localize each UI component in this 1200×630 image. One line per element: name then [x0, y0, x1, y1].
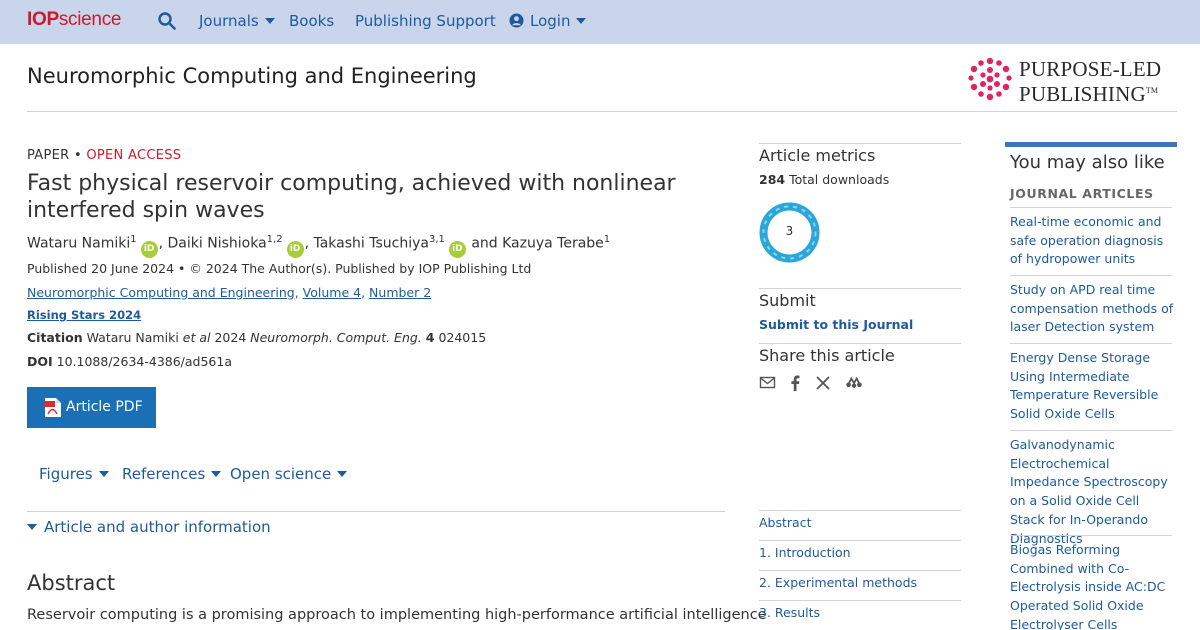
related-article-link[interactable]: Study on APD real time compensation meth… [1010, 281, 1175, 337]
section-divider [27, 511, 725, 512]
related-accent-bar [1005, 142, 1177, 147]
purpose-led-publishing-logo-icon [968, 57, 1012, 101]
abstract-text: Reservoir computing is a promising appro… [27, 607, 767, 623]
sidebar-divider [759, 510, 961, 511]
publication-info: Published 20 June 2024 • © 2024 The Auth… [27, 261, 532, 276]
toc-link-introduction[interactable]: 1. Introduction [759, 545, 851, 560]
open-access-label: OPEN ACCESS [86, 148, 182, 163]
journal-title[interactable]: Neuromorphic Computing and Engineering [27, 64, 477, 88]
related-divider [1010, 430, 1172, 431]
chevron-down-icon [264, 18, 275, 24]
author-name[interactable]: Kazuya Terabe [502, 236, 604, 252]
chevron-down-icon [211, 471, 222, 477]
author-name[interactable]: Daiki Nishioka [168, 236, 267, 252]
mendeley-icon[interactable] [845, 374, 863, 392]
toc-link-abstract[interactable]: Abstract [759, 515, 811, 530]
share-heading: Share this article [759, 346, 895, 365]
nav-login-menu[interactable]: Login [509, 12, 587, 30]
nav-journals-menu[interactable]: Journals [199, 12, 275, 30]
related-article-link[interactable]: Biogas Reforming Combined with Co-Electr… [1010, 541, 1175, 630]
sidebar-divider [759, 600, 961, 601]
x-icon[interactable] [814, 374, 832, 392]
submit-to-journal-link[interactable]: Submit to this Journal [759, 317, 913, 332]
you-may-also-like-heading: You may also like [1010, 152, 1165, 173]
altmetric-badge[interactable]: 3 [759, 202, 820, 263]
total-downloads: 284 Total downloads [759, 172, 890, 187]
doi-value[interactable]: 10.1088/2634-4386/ad561a [57, 354, 232, 369]
tab-open-science[interactable]: Open science [230, 465, 348, 483]
article-title: Fast physical reservoir computing, achie… [27, 171, 676, 223]
sidebar-divider [759, 540, 961, 541]
altmetric-score: 3 [785, 224, 794, 238]
citation-line: Citation Wataru Namiki et al 2024 Neurom… [27, 330, 487, 345]
author-name[interactable]: Wataru Namiki [27, 236, 130, 252]
toc-link-experimental-methods[interactable]: 2. Experimental methods [759, 575, 917, 590]
related-article-link[interactable]: Galvanodynamic Electrochemical Impedance… [1010, 436, 1175, 548]
orcid-icon[interactable]: iD [286, 240, 304, 258]
chevron-down-icon [98, 471, 109, 477]
doi-line: DOI 10.1088/2634-4386/ad561a [27, 354, 233, 369]
related-divider [1010, 207, 1172, 208]
breadcrumb-journal-link[interactable]: Neuromorphic Computing and Engineering [27, 285, 295, 300]
user-icon [509, 13, 524, 28]
purpose-led-publishing-logo[interactable]: PURPOSE-LED PUBLISHINGTM [1019, 58, 1161, 105]
submit-heading: Submit [759, 291, 816, 310]
header-divider [27, 111, 1177, 112]
breadcrumb-number-link[interactable]: Number 2 [369, 285, 431, 300]
chevron-down-icon [27, 524, 37, 530]
breadcrumb: Neuromorphic Computing and Engineering, … [27, 285, 432, 300]
article-type: PAPER [27, 148, 70, 163]
author-name[interactable]: Takashi Tsuchiya [313, 236, 429, 252]
email-icon[interactable] [759, 374, 777, 392]
orcid-icon[interactable]: iD [448, 240, 466, 258]
toc-link-results[interactable]: 3. Results [759, 605, 820, 620]
sidebar-divider [759, 570, 961, 571]
collection-link[interactable]: Rising Stars 2024 [27, 308, 141, 322]
author-list: Wataru Namiki1iD, Daiki Nishioka1,2iD, T… [27, 234, 610, 258]
tab-references[interactable]: References [122, 465, 222, 483]
chevron-down-icon [576, 18, 587, 24]
article-type-line: PAPER • OPEN ACCESS [27, 148, 182, 163]
facebook-icon[interactable] [786, 374, 804, 392]
related-article-link[interactable]: Real-time economic and safe operation di… [1010, 213, 1175, 269]
sidebar-divider [759, 343, 961, 344]
sidebar-divider [759, 143, 961, 144]
related-divider [1010, 343, 1172, 344]
tab-figures[interactable]: Figures [39, 465, 109, 483]
pdf-icon [44, 398, 61, 417]
article-pdf-button[interactable]: Article PDF [27, 387, 156, 428]
sidebar-divider [759, 288, 961, 289]
breadcrumb-volume-link[interactable]: Volume 4 [303, 285, 361, 300]
chevron-down-icon [337, 471, 348, 477]
nav-publishing-support-link[interactable]: Publishing Support [355, 12, 496, 30]
iopscience-logo[interactable]: IOPscience [27, 9, 121, 31]
orcid-icon[interactable]: iD [140, 240, 158, 258]
search-icon[interactable] [157, 11, 177, 31]
related-divider [1010, 275, 1172, 276]
article-author-info-toggle[interactable]: Article and author information [27, 518, 271, 536]
abstract-heading: Abstract [27, 571, 116, 595]
related-divider [1010, 535, 1172, 536]
related-article-link[interactable]: Energy Dense Storage Using Intermediate … [1010, 349, 1175, 424]
nav-books-link[interactable]: Books [289, 12, 334, 30]
article-metrics-heading: Article metrics [759, 146, 876, 165]
journal-articles-subheading: JOURNAL ARTICLES [1010, 186, 1154, 201]
top-navigation-bar: IOPscience Journals Books Publishing Sup… [0, 0, 1200, 44]
